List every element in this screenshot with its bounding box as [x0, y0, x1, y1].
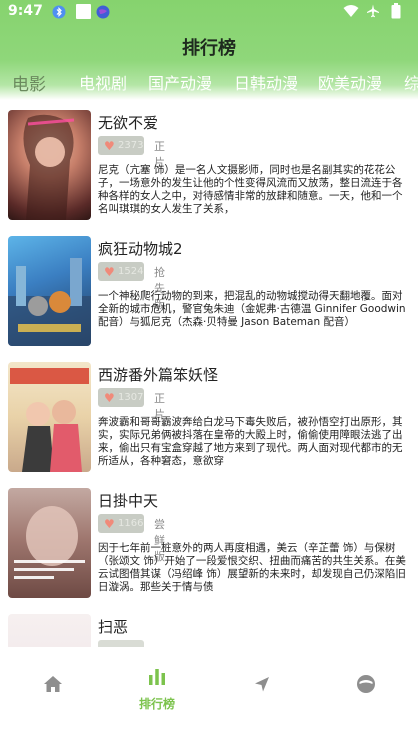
movie-description: 一个神秘爬行动物的到来，把混乱的动物城搅动得天翻地覆。面对全新的城市危机，警官兔… [98, 290, 406, 328]
list-item[interactable]: 无欲不爱 ♥ 2373 正片 尼克（亢塞 饰）是一名人文摄影师，同时也是名副其实… [0, 100, 418, 226]
wifi-icon [343, 4, 359, 22]
movie-title: 日掛中天 [98, 492, 159, 510]
movie-poster[interactable] [8, 362, 91, 472]
nav-ranking[interactable]: 排行榜 [127, 665, 187, 725]
profile-icon [356, 674, 376, 698]
movie-description: 奔波霸和哥哥霸波奔给白龙马下毒失败后，被孙悟空打出原形，其实，实际兄弟俩被抖落在… [98, 416, 403, 467]
movie-poster[interactable] [8, 236, 91, 346]
bluetooth-icon [52, 5, 66, 19]
list-item[interactable]: 西游番外篇笨妖怪 ♥ 1307 正片 奔波霸和哥哥霸波奔给白龙马下毒失败后，被孙… [0, 352, 418, 478]
score-badge [98, 640, 144, 647]
ranking-list: 无欲不爱 ♥ 2373 正片 尼克（亢塞 饰）是一名人文摄影师，同时也是名副其实… [0, 100, 418, 647]
status-bar: 9:47 [0, 0, 418, 24]
heart-icon: ♥ [104, 391, 115, 405]
battery-icon [391, 3, 401, 23]
movie-title: 无欲不爱 [98, 114, 159, 132]
movie-title: 疯狂动物城2 [98, 240, 183, 258]
page-title: 排行榜 [182, 38, 236, 59]
movie-description: 因于七年前一桩意外的两人再度相遇，美云（辛芷蕾 饰）与保树（张颂文 饰）开始了一… [98, 542, 406, 593]
score-value: 1166 [118, 518, 144, 529]
score-badge: ♥ 1307 [98, 388, 144, 407]
status-time: 9:47 [8, 3, 43, 19]
tab-jpkr-anime[interactable]: 日韩动漫 [234, 70, 298, 94]
list-item[interactable]: 扫恶 [0, 604, 418, 647]
app-header: 9:47 排行榜 电影 电视剧 国产动漫 日韩动漫 欧美动漫 综 [0, 0, 418, 100]
home-icon [43, 675, 63, 697]
tab-more[interactable]: 综 [404, 70, 418, 94]
movie-title: 西游番外篇笨妖怪 [98, 366, 219, 384]
list-item[interactable]: 日掛中天 ♥ 1166 尝鲜版 因于七年前一桩意外的两人再度相遇，美云（辛芷蕾 … [0, 478, 418, 604]
tab-tv-series[interactable]: 电视剧 [79, 70, 127, 94]
list-item[interactable]: 疯狂动物城2 ♥ 1524 抢先版 一个神秘爬行动物的到来，把混乱的动物城搅动得… [0, 226, 418, 352]
score-badge: ♥ 1524 [98, 262, 144, 281]
movie-title: 扫恶 [98, 618, 129, 636]
heart-icon: ♥ [104, 517, 115, 531]
nav-ranking-label: 排行榜 [138, 697, 175, 711]
globe-icon [96, 5, 110, 19]
movie-poster[interactable] [8, 614, 91, 647]
nav-profile[interactable] [336, 665, 396, 725]
airplane-icon [366, 4, 380, 22]
tab-movie[interactable]: 电影 [12, 70, 46, 95]
score-value: 2373 [118, 140, 144, 151]
heart-icon: ♥ [104, 139, 115, 153]
movie-description: 尼克（亢塞 饰）是一名人文摄影师，同时也是名副其实的花花公子，一场意外的发生让他… [98, 164, 403, 215]
heart-icon: ♥ [104, 265, 115, 279]
movie-poster[interactable] [8, 110, 91, 220]
score-value: 1524 [118, 266, 144, 277]
score-badge: ♥ 2373 [98, 136, 144, 155]
tab-western-anime[interactable]: 欧美动漫 [318, 70, 382, 94]
square-icon [76, 4, 91, 19]
nav-navigation[interactable] [232, 665, 292, 725]
score-badge: ♥ 1166 [98, 514, 144, 533]
movie-poster[interactable] [8, 488, 91, 598]
ranking-icon [148, 667, 166, 689]
tab-domestic-anime[interactable]: 国产动漫 [148, 70, 212, 94]
score-value: 1307 [118, 392, 144, 403]
bottom-navigation: 排行榜 [0, 647, 418, 743]
nav-home[interactable] [23, 665, 83, 725]
navigation-icon [253, 675, 271, 697]
category-tabs: 电影 电视剧 国产动漫 日韩动漫 欧美动漫 综 [0, 62, 418, 98]
